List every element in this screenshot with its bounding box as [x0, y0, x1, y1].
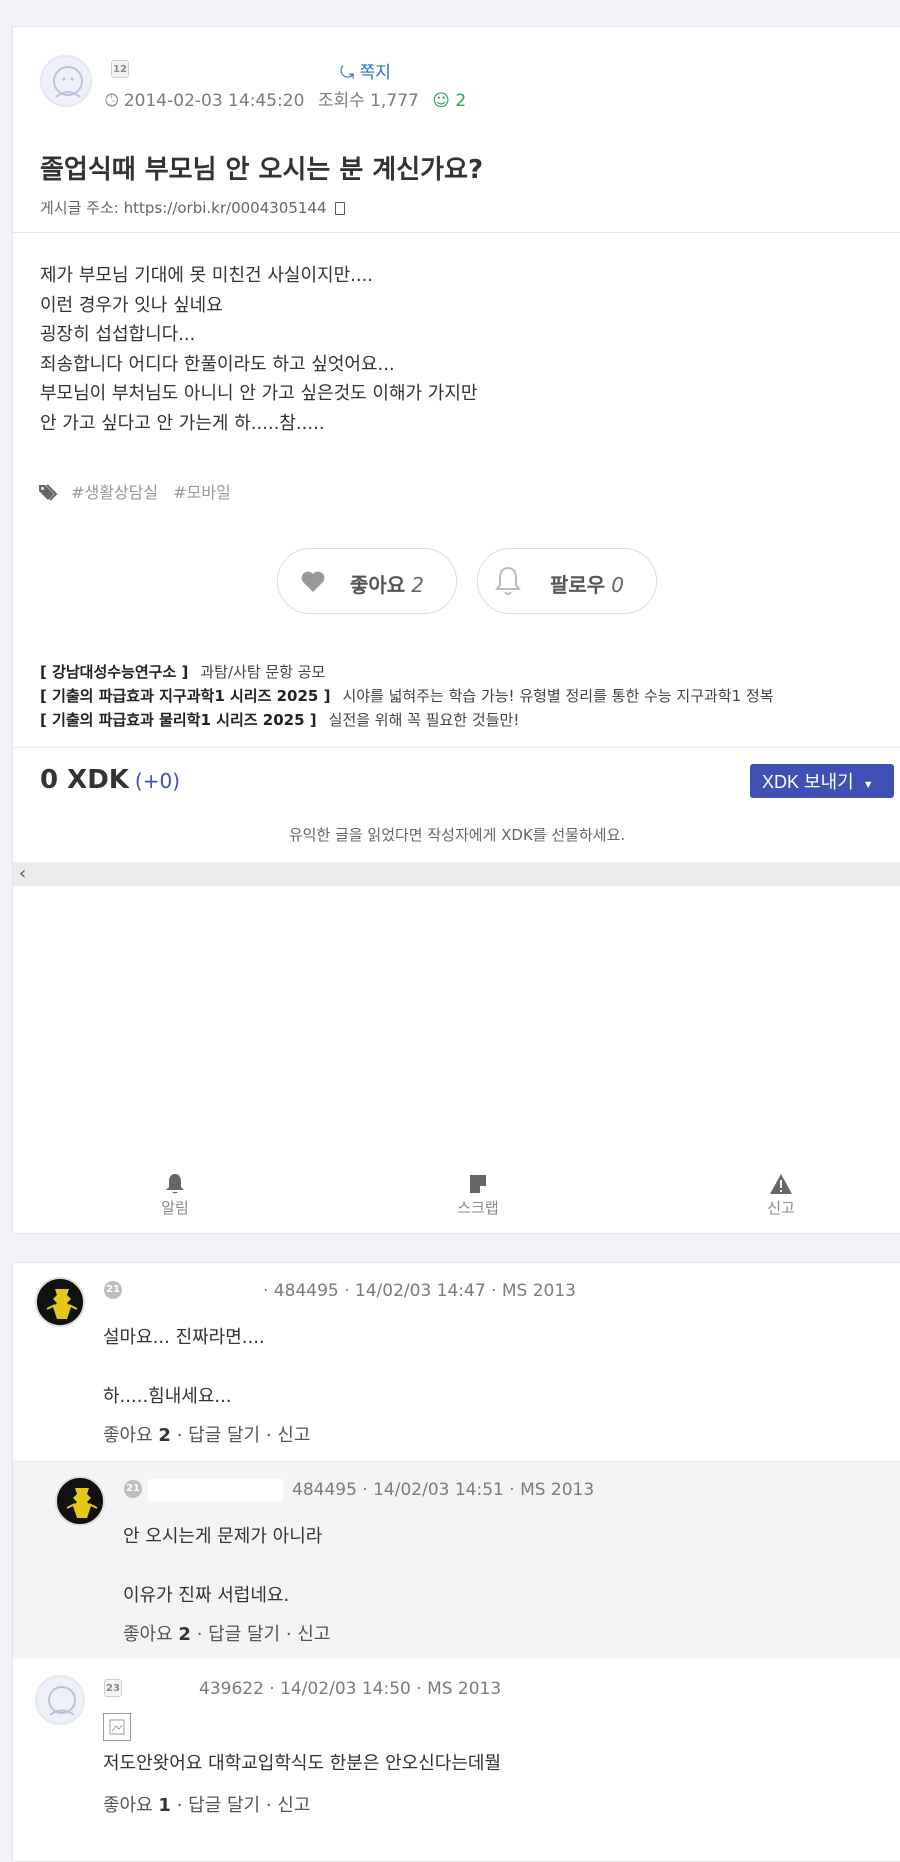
emoji-reaction[interactable]: ☺ 2: [432, 91, 466, 111]
bell-icon: [495, 566, 521, 595]
message-link[interactable]: ⤿ 쪽지: [340, 58, 391, 83]
clock-icon: 🕓︎: [105, 91, 119, 111]
views-count: 1,777: [370, 91, 419, 111]
comment-text: 이유가 진짜 서럽네요.: [123, 1585, 290, 1606]
heart-icon: [301, 571, 325, 592]
promo-item[interactable]: [ 강남대성수능연구소 ] 과탐/사탐 문항 공모: [40, 661, 325, 682]
follow-button[interactable]: 팔로우 0: [477, 548, 657, 614]
alarm-button[interactable]: 알림: [135, 1173, 215, 1218]
commenter-level-badge: 21: [104, 1281, 122, 1299]
note-icon: [470, 1175, 486, 1193]
report-button[interactable]: 신고: [741, 1173, 821, 1218]
comment-text: 저도안왓어요 대학교입학식도 한분은 안오신다는데뭘: [103, 1753, 502, 1774]
reply-container: 21 484495 · 14/02/03 14:51 · MS 2013 안 오…: [13, 1461, 900, 1659]
xdk-delta: (+0): [134, 769, 181, 793]
commenter-level-badge: 23: [104, 1679, 122, 1697]
comment-actions: 좋아요 1 · 답글 달기 · 신고: [103, 1791, 310, 1817]
comment-reply-report[interactable]: · 답글 달기 · 신고: [197, 1624, 331, 1645]
views-label: 조회수: [317, 91, 365, 111]
divider: [13, 747, 900, 748]
comment-like-button[interactable]: 좋아요 2: [123, 1624, 191, 1645]
post-title: 졸업식때 부모님 안 오시는 분 계신가요?: [40, 155, 484, 185]
redacted-name: [148, 1479, 283, 1501]
comment-reply-report[interactable]: · 답글 달기 · 신고: [177, 1795, 311, 1816]
commenter-level-badge: 21: [124, 1480, 142, 1498]
comment-actions: 좋아요 2 · 답글 달기 · 신고: [103, 1421, 310, 1447]
chevron-left-icon[interactable]: ‹: [19, 863, 26, 884]
message-icon: ⤿: [340, 63, 355, 83]
tag-item[interactable]: #모바일: [173, 483, 231, 502]
copy-icon[interactable]: [335, 202, 346, 215]
commenter-avatar[interactable]: [55, 1476, 105, 1526]
comment-text: 설마요... 진짜라면....: [103, 1327, 265, 1348]
commenter-avatar[interactable]: [35, 1675, 85, 1725]
post-meta: 🕓︎ 2014-02-03 14:45:20 조회수 1,777 ☺ 2: [105, 86, 466, 111]
scrap-button[interactable]: 스크랩: [438, 1173, 518, 1218]
tag-item[interactable]: #생활상담실: [71, 483, 158, 502]
comment-meta: · 484495 · 14/02/03 14:47 · MS 2013: [263, 1281, 576, 1301]
like-count: 2: [411, 573, 424, 597]
promo-item[interactable]: [ 기출의 파급효과 물리학1 시리즈 2025 ] 실전을 위해 꼭 필요한 것…: [40, 709, 519, 730]
author-level-badge: 12: [111, 60, 129, 78]
comment-meta: 484495 · 14/02/03 14:51 · MS 2013: [292, 1480, 595, 1500]
follow-count: 0: [611, 573, 624, 597]
post-url[interactable]: https://orbi.kr/0004305144: [124, 199, 327, 217]
post-body: 제가 부모님 기대에 못 미친건 사실이지만.... 이런 경우가 잇나 싶네요…: [40, 265, 478, 434]
warning-icon: [770, 1174, 792, 1194]
comment-meta: 439622 · 14/02/03 14:50 · MS 2013: [199, 1679, 502, 1699]
promo-item[interactable]: [ 기출의 파급효과 지구과학1 시리즈 2025 ] 시야를 넓혀주는 학습 가…: [40, 685, 774, 706]
xdk-send-button[interactable]: XDK 보내기 ▼: [750, 764, 894, 798]
broken-image-icon: [103, 1713, 131, 1741]
comment-text: 안 오시는게 문제가 아니라: [123, 1526, 323, 1547]
commenter-avatar[interactable]: [35, 1277, 85, 1327]
comment-text: 하.....힘내세요...: [103, 1386, 232, 1407]
comments-card: 21 · 484495 · 14/02/03 14:47 · MS 2013 설…: [12, 1262, 900, 1862]
author-avatar[interactable]: [40, 55, 92, 107]
tags-icon: [39, 484, 58, 501]
comment-like-button[interactable]: 좋아요 1: [103, 1795, 171, 1816]
carousel-scroller[interactable]: ‹: [13, 862, 900, 886]
comment-like-button[interactable]: 좋아요 2: [103, 1425, 171, 1446]
bell-icon: [166, 1174, 184, 1194]
smile-icon: ☺: [432, 91, 450, 111]
post-card: 12 ⤿ 쪽지 🕓︎ 2014-02-03 14:45:20 조회수 1,777…: [12, 26, 900, 1234]
tag-list: #생활상담실 #모바일: [38, 479, 241, 503]
like-button[interactable]: 좋아요 2: [277, 548, 457, 614]
xdk-amount: 0 XDK (+0): [40, 765, 181, 795]
divider: [13, 232, 900, 233]
post-datetime: 2014-02-03 14:45:20: [123, 91, 305, 111]
comment-actions: 좋아요 2 · 답글 달기 · 신고: [123, 1620, 330, 1646]
comment-reply-report[interactable]: · 답글 달기 · 신고: [177, 1425, 311, 1446]
caret-down-icon: ▼: [862, 779, 874, 791]
xdk-hint: 유익한 글을 읽었다면 작성자에게 XDK를 선물하세요.: [288, 826, 626, 844]
post-address: 게시글 주소: https://orbi.kr/0004305144: [40, 197, 346, 218]
